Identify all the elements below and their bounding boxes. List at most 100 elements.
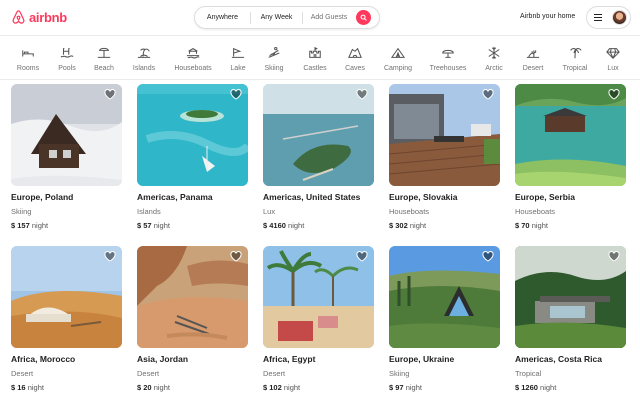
listing-card[interactable]: Americas, Panama Islands $ 57 night [137,84,248,230]
listing-photo[interactable] [389,246,500,348]
listing-location: Europe, Slovakia [389,192,458,202]
price-unit: night [405,383,422,392]
category-label: Beach [94,65,114,72]
favorite-heart-icon[interactable] [230,89,242,100]
listing-price: $ 1260 night [515,383,626,392]
tent-icon [391,47,405,58]
category-houseboats[interactable]: Houseboats [169,46,217,72]
listing-photo[interactable] [389,84,500,186]
listing-price: $ 57 night [137,221,248,230]
favorite-heart-icon[interactable] [608,89,620,100]
favorite-heart-icon[interactable] [482,251,494,262]
listing-photo[interactable] [137,246,248,348]
price-amount: $ 57 [137,221,152,230]
search-any-week[interactable]: Any Week [251,11,303,24]
listing-card[interactable]: Europe, Serbia Houseboats $ 70 night [515,84,626,230]
listing-card[interactable]: Europe, Slovakia Houseboats $ 302 night [389,84,500,230]
listing-category: Islands [137,207,161,216]
listing-location: Asia, Jordan [137,354,189,364]
favorite-heart-icon[interactable] [356,89,368,100]
desert-icon [526,50,540,58]
listing-photo[interactable] [515,246,626,348]
price-amount: $ 102 [263,383,282,392]
listing-card[interactable]: Asia, Jordan Desert $ 20 night [137,246,248,392]
favorite-heart-icon[interactable] [608,251,620,262]
listing-category: Desert [11,369,34,378]
price-unit: night [153,221,170,230]
price-unit: night [27,383,44,392]
listing-card[interactable]: Americas, Costa Rica Tropical $ 1260 night [515,246,626,392]
listing-card[interactable]: Europe, Ukraine Skiing $ 97 night [389,246,500,392]
user-menu-button[interactable] [586,6,631,29]
listing-price: $ 102 night [263,383,374,392]
listing-photo[interactable] [137,84,248,186]
category-label: Camping [383,65,412,72]
listing-price: $ 4160 night [263,221,374,230]
price-unit: night [409,221,427,230]
houseboat-icon [186,48,200,59]
price-amount: $ 16 [11,383,26,392]
listing-price: $ 70 night [515,221,626,230]
listing-photo[interactable] [515,84,626,186]
listing-card[interactable]: Europe, Poland Skiing $ 157 night [11,84,122,230]
listing-photo[interactable] [11,84,122,186]
favorite-heart-icon[interactable] [356,251,368,262]
listing-location: Europe, Ukraine [389,354,455,364]
palm-icon [570,48,582,59]
favorite-heart-icon[interactable] [230,251,242,262]
island-icon [137,48,151,58]
category-label: Lake [230,65,246,72]
price-amount: $ 70 [515,221,530,230]
skiing-icon [268,46,280,58]
brand-name: airbnb [29,9,67,25]
listing-location: Europe, Poland [11,192,74,202]
search-add-guests[interactable]: Add Guests [303,7,355,28]
price-amount: $ 302 [389,221,408,230]
listing-price: $ 20 night [137,383,248,392]
airbnb-your-home-link[interactable]: Airbnb your home [520,13,575,20]
airbnb-logo[interactable]: airbnb [11,9,67,25]
category-treehouses[interactable]: Treehouses [424,46,472,72]
listing-card[interactable]: Africa, Egypt Desert $ 102 night [263,246,374,392]
listing-price: $ 16 night [11,383,122,392]
price-unit: night [283,383,301,392]
category-label: Houseboats [174,65,212,72]
category-caves[interactable]: Caves [331,46,379,72]
category-label: Lux [607,65,619,72]
category-lux[interactable]: Lux [589,46,637,72]
search-button[interactable] [356,10,371,25]
category-label: Arctic [485,65,503,72]
listing-card[interactable]: Africa, Morocco Desert $ 16 night [11,246,122,392]
treehouse-icon [442,49,454,58]
price-unit: night [153,383,170,392]
listing-category: Houseboats [515,207,556,216]
price-unit: night [288,221,305,230]
category-camping[interactable]: Camping [374,46,422,72]
listing-location: Africa, Morocco [11,354,76,364]
price-amount: $ 20 [137,383,152,392]
snowflake-icon [488,46,500,60]
category-label: Caves [345,65,365,72]
category-label: Desert [522,65,544,72]
price-unit: night [540,383,557,392]
search-anywhere[interactable]: Anywhere [195,11,251,24]
listing-category: Tropical [515,369,542,378]
favorite-heart-icon[interactable] [104,251,116,262]
cave-icon [348,47,362,58]
listing-location: Africa, Egypt [263,354,316,364]
listing-card[interactable]: Americas, United States Lux $ 4160 night [263,84,374,230]
lake-icon [231,47,245,58]
castle-icon [309,46,321,58]
listing-photo[interactable] [263,84,374,186]
favorite-heart-icon[interactable] [104,89,116,100]
listing-photo[interactable] [263,246,374,348]
listing-location: Europe, Serbia [515,192,575,202]
category-label: Skiing [264,65,284,72]
favorite-heart-icon[interactable] [482,89,494,100]
search-bar[interactable]: Anywhere Any Week Add Guests [194,6,380,29]
category-desert[interactable]: Desert [509,46,557,72]
listing-category: Desert [137,369,160,378]
category-islands[interactable]: Islands [120,46,168,72]
listing-photo[interactable] [11,246,122,348]
price-amount: $ 97 [389,383,404,392]
